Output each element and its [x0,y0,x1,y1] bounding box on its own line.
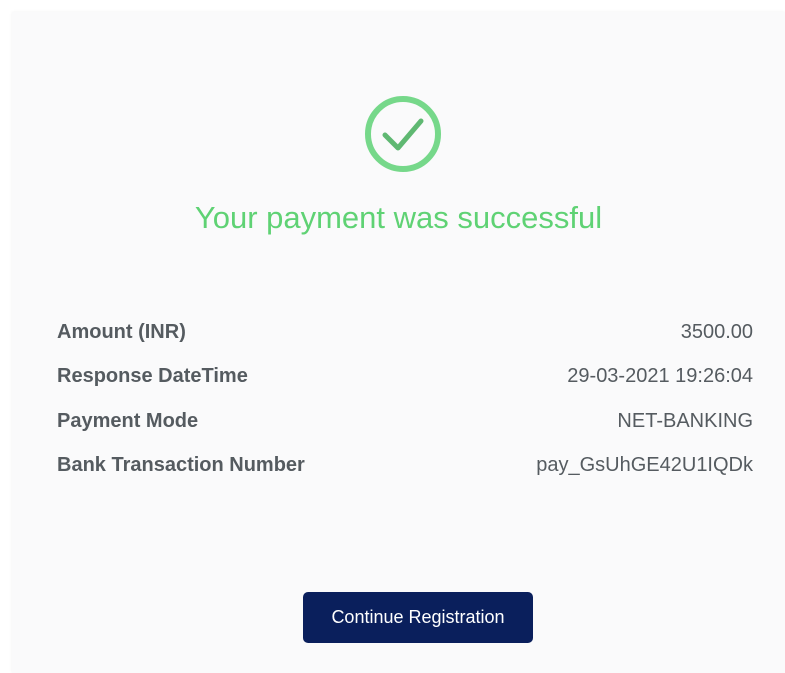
detail-label: Bank Transaction Number [57,454,305,477]
detail-value: 29-03-2021 19:26:04 [567,365,753,388]
transaction-details: Amount (INR) 3500.00 Response DateTime 2… [57,310,753,488]
payment-result-card: Your payment was successful Amount (INR)… [12,12,785,673]
detail-row-payment-mode: Payment Mode NET-BANKING [57,399,753,444]
success-message: Your payment was successful [194,200,603,235]
detail-row-response-datetime: Response DateTime 29-03-2021 19:26:04 [57,355,753,400]
detail-row-bank-transaction-number: Bank Transaction Number pay_GsUhGE42U1IQ… [57,444,753,489]
detail-value: 3500.00 [680,320,753,343]
detail-row-amount: Amount (INR) 3500.00 [57,310,753,355]
detail-value: pay_GsUhGE42U1IQDk [536,454,753,477]
detail-label: Response DateTime [57,365,248,388]
detail-label: Amount (INR) [57,320,186,343]
continue-registration-button[interactable]: Continue Registration [303,592,533,643]
check-circle-icon [363,94,443,174]
detail-value: NET-BANKING [617,409,753,432]
detail-label: Payment Mode [57,409,199,432]
